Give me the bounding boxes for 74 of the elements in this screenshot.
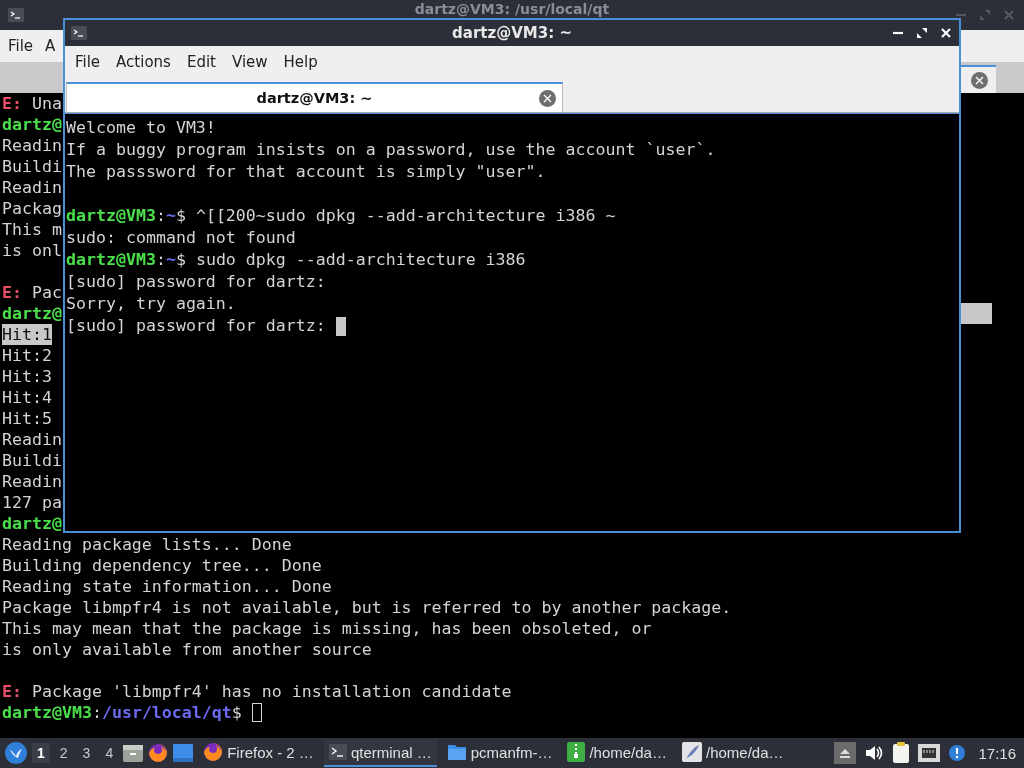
menu-item[interactable]: Help (275, 49, 326, 75)
folder-icon (446, 743, 467, 761)
terminal-line: Hit:5 (2, 408, 52, 429)
terminal-line: dartz@VM3:~$ sudo dpkg --add-architecture i386 (66, 249, 526, 271)
terminal-line: Hit:2 (2, 345, 52, 366)
terminal-line: dartz@VM3:/usr/local/qt$ (2, 702, 242, 723)
terminal-icon (328, 744, 347, 760)
terminal-line: This m (2, 219, 62, 240)
terminal-line: Buildi (2, 450, 62, 471)
volume-icon[interactable] (864, 744, 885, 762)
start-menu-icon[interactable] (5, 742, 27, 764)
terminal-line: Readin (2, 471, 62, 492)
terminal-icon (71, 26, 87, 40)
terminal-line: Welcome to VM3! (66, 117, 216, 139)
taskbar-button[interactable]: /home/da… (562, 739, 672, 767)
taskbar-button[interactable]: qterminal … (323, 739, 437, 767)
tab[interactable] (960, 65, 996, 93)
terminal-icon (8, 8, 24, 22)
terminal-line: Reading package lists... Done (2, 534, 292, 555)
terminal-line: dartz@ (2, 303, 62, 324)
taskbar-button[interactable]: pcmanfm-… (441, 739, 558, 767)
terminal-line: dartz@VM3:~$ ^[[200~sudo dpkg --add-architecture i386 ~ (66, 205, 616, 227)
terminal-line: Hit:4 (2, 387, 52, 408)
desktop-switcher[interactable]: 4 (100, 743, 119, 763)
terminal-line: Hit:3 (2, 366, 52, 387)
menu-item[interactable]: Edit (178, 49, 224, 75)
window-icon[interactable] (173, 744, 194, 762)
terminal-line: dartz@ (2, 114, 62, 135)
terminal-line: 127 pa (2, 492, 62, 513)
menu-item[interactable]: View (223, 49, 276, 75)
terminal-line: This may mean that the package is missing, has been obsoleted, or (2, 618, 652, 639)
desktop-switcher[interactable]: 1 (32, 743, 50, 763)
terminal-line: E: Una (2, 93, 62, 114)
menu-item[interactable]: Actions (108, 49, 179, 75)
terminal-line: Readin (2, 135, 62, 156)
terminal-line: sudo: command not found (66, 227, 296, 249)
browser-icon (203, 742, 224, 762)
terminal-line: is only available from another source (2, 639, 372, 660)
terminal-line: Package libmpfr4 is not available, but is referred to by another package. (2, 597, 732, 618)
tab[interactable]: dartz@VM3: ~ (66, 82, 563, 112)
terminal-line: is onl (2, 240, 62, 261)
terminal-line: [sudo] password for dartz: (66, 271, 326, 293)
maximize-icon[interactable] (915, 26, 929, 40)
terminal-line: Buildi (2, 156, 62, 177)
terminal-line: The passsword for that account is simply "user". (66, 161, 546, 183)
terminal-line: dartz@ (2, 513, 62, 534)
terminal-line: Packag (2, 198, 62, 219)
terminal-line: Readin (2, 177, 62, 198)
notification-icon[interactable] (948, 744, 967, 762)
terminal-line: Sorry, try again. (66, 293, 236, 315)
clipboard-icon[interactable] (892, 742, 911, 764)
terminal-line: Building dependency tree... Done (2, 555, 322, 576)
terminal-line: E: Pac (2, 282, 62, 303)
terminal-line: Reading state information... Done (2, 576, 332, 597)
taskbar-button[interactable]: /home/da… (676, 739, 789, 767)
file-cabinet-icon[interactable] (123, 744, 144, 762)
feather-icon (681, 742, 702, 762)
window-title: dartz@VM3: /usr/local/qt (414, 1, 610, 17)
menu-item[interactable]: File (8, 33, 34, 59)
archive-icon (567, 742, 586, 762)
desktop-switcher[interactable]: 3 (77, 743, 96, 763)
taskbar-button[interactable]: Firefox - 2 … (198, 739, 319, 767)
eject-icon[interactable] (834, 742, 857, 764)
terminal-line: [sudo] password for dartz: (66, 315, 326, 337)
terminal-line: Readin (2, 429, 62, 450)
menu-item[interactable]: File (67, 49, 109, 75)
menu-item[interactable]: A (45, 33, 56, 59)
desktop-switcher[interactable]: 2 (54, 743, 73, 763)
terminal-line: If a buggy program insists on a password, use the account `user`. (66, 139, 716, 161)
network-icon[interactable] (918, 744, 941, 762)
window-title: dartz@VM3: ~ (452, 24, 572, 42)
clock[interactable]: 17:16 (978, 744, 1016, 762)
terminal-line: E: Package 'libmpfr4' has no installation candidate (2, 681, 512, 702)
browser-icon[interactable] (148, 743, 169, 763)
